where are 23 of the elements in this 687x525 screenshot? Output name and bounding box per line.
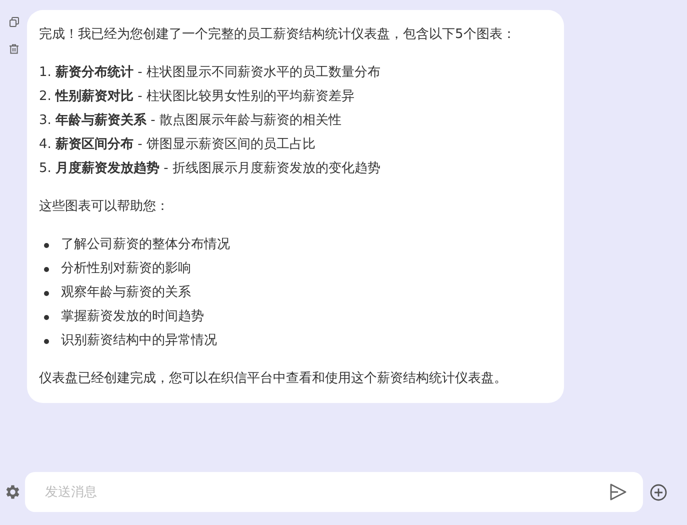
send-icon[interactable] — [609, 483, 627, 501]
list-item: 1. 薪资分布统计 - 柱状图显示不同薪资水平的员工数量分布 — [39, 64, 382, 82]
list-item: 3. 年龄与薪资关系 - 散点图展示年龄与薪资的相关性 — [39, 112, 343, 130]
bullet-icon — [44, 338, 49, 344]
bullet-icon — [44, 266, 49, 272]
list-item: 掌握薪资发放的时间趋势 — [61, 308, 204, 326]
trash-icon[interactable] — [8, 44, 18, 54]
list-item: 识别薪资结构中的异常情况 — [61, 332, 217, 350]
list-item: 2. 性别薪资对比 - 柱状图比较男女性别的平均薪资差异 — [39, 88, 356, 106]
list-item: 5. 月度薪资发放趋势 - 折线图展示月度薪资发放的变化趋势 — [39, 160, 382, 178]
list-item: 观察年龄与薪资的关系 — [61, 284, 191, 302]
list-item: 分析性别对薪资的影响 — [61, 260, 191, 278]
message-text: 这些图表可以帮助您： — [39, 198, 170, 216]
message-text: 完成！我已经为您创建了一个完整的员工薪资结构统计仪表盘，包含以下5个图表： — [39, 26, 516, 44]
add-icon[interactable] — [650, 484, 667, 500]
bullet-icon — [44, 314, 49, 320]
bullet-icon — [44, 242, 49, 248]
list-item: 了解公司薪资的整体分布情况 — [61, 236, 230, 254]
bullet-icon — [44, 290, 49, 296]
message-text: 仪表盘已经创建完成，您可以在织信平台中查看和使用这个薪资结构统计仪表盘。 — [39, 370, 508, 388]
message-input[interactable]: 发送消息 — [25, 472, 643, 512]
list-item: 4. 薪资区间分布 - 饼图显示薪资区间的员工占比 — [39, 136, 317, 154]
copy-icon[interactable] — [8, 17, 18, 27]
